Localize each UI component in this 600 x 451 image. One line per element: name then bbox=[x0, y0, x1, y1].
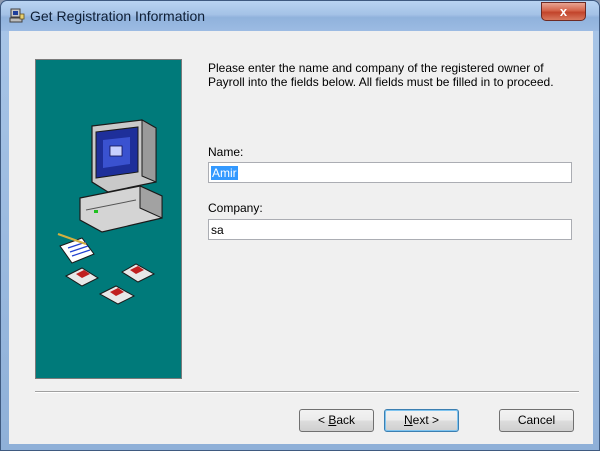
company-input[interactable]: sa bbox=[208, 219, 572, 240]
setup-computer-icon bbox=[9, 8, 25, 24]
title-bar[interactable]: Get Registration Information x bbox=[1, 1, 599, 31]
company-input-value: sa bbox=[211, 223, 224, 237]
close-icon: x bbox=[559, 4, 568, 19]
computer-illustration-icon bbox=[57, 119, 163, 305]
back-rest: ack bbox=[336, 413, 356, 427]
divider bbox=[35, 391, 579, 393]
dialog-window: Get Registration Information x Please en… bbox=[0, 0, 600, 451]
name-input-value: Amir bbox=[211, 166, 238, 180]
dialog-client-area: Please enter the name and company of the… bbox=[9, 31, 593, 444]
back-prefix: < bbox=[317, 413, 329, 427]
next-mnemonic: N bbox=[403, 413, 413, 427]
setup-banner bbox=[35, 59, 182, 379]
company-label: Company: bbox=[208, 201, 263, 215]
next-rest: ext > bbox=[412, 413, 440, 427]
instructions-text: Please enter the name and company of the… bbox=[208, 61, 554, 89]
window-title: Get Registration Information bbox=[30, 8, 206, 24]
name-input[interactable]: Amir bbox=[208, 162, 572, 183]
back-button[interactable]: < Back bbox=[299, 409, 374, 432]
cancel-button[interactable]: Cancel bbox=[499, 409, 574, 432]
name-label: Name: bbox=[208, 145, 244, 159]
close-button[interactable]: x bbox=[541, 2, 586, 21]
next-button[interactable]: Next > bbox=[384, 409, 459, 432]
